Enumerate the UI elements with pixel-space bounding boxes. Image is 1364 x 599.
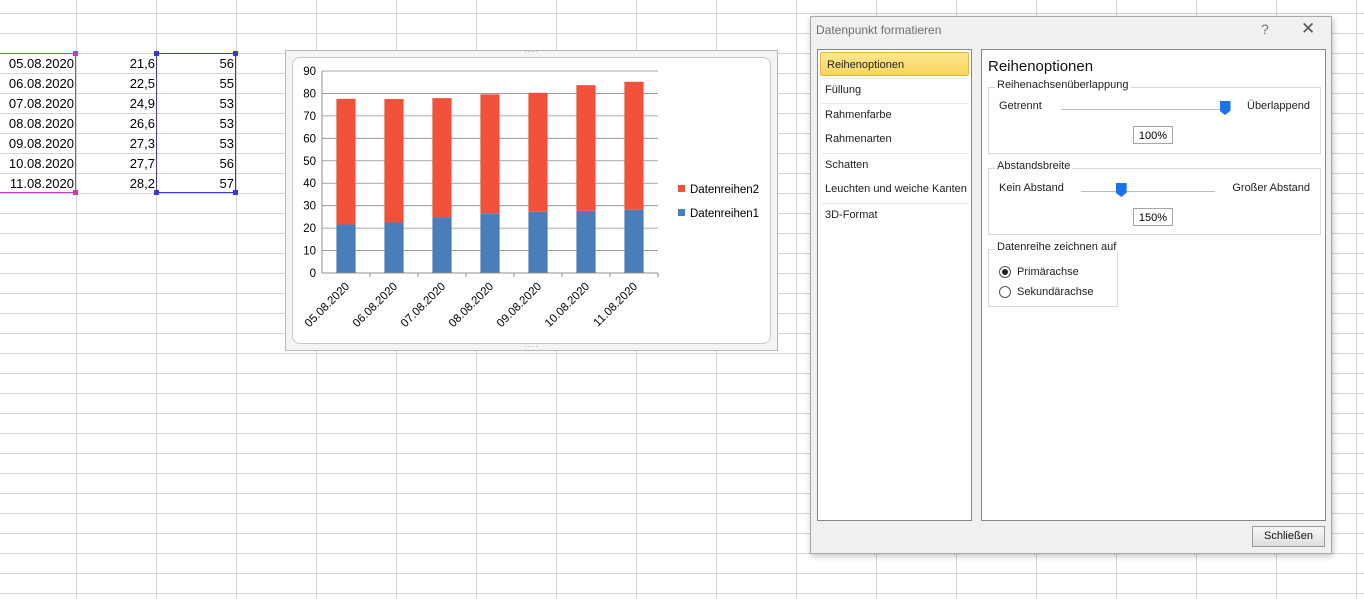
bar-datenreihen1[interactable] (528, 211, 548, 273)
selection-handle[interactable] (73, 51, 78, 56)
gap-right-label: Großer Abstand (1232, 182, 1310, 194)
y-tick-label: 40 (303, 178, 316, 190)
overlap-slider-track[interactable] (1061, 109, 1225, 110)
legend-entry[interactable]: Datenreihen1 (690, 208, 759, 220)
legend-swatch (678, 209, 685, 216)
nav-rahmenfarbe[interactable]: Rahmenfarbe (819, 103, 970, 127)
gap-group: Abstandsbreite Kein Abstand Großer Absta… (988, 160, 1321, 235)
stacked-column-chart[interactable]: 010203040506070809005.08.202006.08.20200… (293, 58, 770, 343)
selection-handle[interactable] (233, 190, 238, 195)
plot-axis-label: Datenreihe zeichnen auf (995, 241, 1119, 253)
x-tick-label: 11.08.2020 (592, 281, 641, 330)
secondary-axis-radio[interactable] (999, 286, 1011, 298)
cell-v1[interactable]: 27,3 (76, 134, 155, 154)
secondary-axis-label[interactable]: Sekundärachse (1017, 286, 1093, 298)
y-tick-label: 70 (303, 111, 316, 123)
selection-handle[interactable] (154, 51, 159, 56)
cell-v1[interactable]: 27,7 (76, 154, 155, 174)
primary-axis-label[interactable]: Primärachse (1017, 266, 1079, 278)
overlap-value-field[interactable]: 100% (1133, 126, 1173, 144)
format-data-point-dialog: Datenpunkt formatieren ? ✕ Reihenoptione… (810, 16, 1332, 554)
overlap-left-label: Getrennt (999, 100, 1042, 112)
selection-handle[interactable] (73, 190, 78, 195)
x-tick-label: 10.08.2020 (543, 281, 592, 330)
gap-left-label: Kein Abstand (999, 182, 1064, 194)
chart-area[interactable]: 0 10 20 30 40 50 60 70 80 90 05.08.2020 06.08.2020 0… (292, 57, 771, 344)
nav-fuellung[interactable]: Füllung (819, 78, 970, 102)
gap-slider-thumb[interactable] (1115, 183, 1127, 197)
bar-datenreihen1[interactable] (384, 222, 404, 274)
bar-datenreihen1[interactable] (432, 217, 452, 273)
nav-schatten[interactable]: Schatten (819, 153, 970, 177)
overlap-group: Reihenachsenüberlappung Getrennt Überlap… (988, 79, 1321, 154)
y-tick-label: 0 (310, 268, 316, 280)
resize-grip-icon[interactable]: ···· (524, 47, 539, 56)
options-nav: Reihenoptionen Füllung Rahmenfarbe Rahme… (817, 49, 972, 521)
selection-handle[interactable] (154, 190, 159, 195)
panel-title: Reihenoptionen (988, 58, 1094, 75)
legend-entry[interactable]: Datenreihen2 (690, 184, 759, 196)
bar-datenreihen2[interactable] (576, 85, 596, 211)
y-tick-label: 30 (303, 201, 316, 213)
overlap-label: Reihenachsenüberlappung (995, 79, 1131, 91)
nav-reihenoptionen[interactable]: Reihenoptionen (820, 52, 969, 76)
chart-object[interactable]: ···· ···· 0 10 20 30 40 50 60 70 80 90 05.08.2020 0… (285, 47, 778, 351)
overlap-right-label: Überlappend (1247, 100, 1310, 112)
close-button[interactable]: Schließen (1252, 526, 1325, 547)
bar-datenreihen1[interactable] (336, 224, 356, 273)
bar-datenreihen1[interactable] (576, 210, 596, 273)
cell-v1[interactable]: 26,6 (76, 114, 155, 134)
bar-datenreihen2[interactable] (336, 98, 356, 225)
bar-datenreihen2[interactable] (432, 98, 452, 218)
y-tick-label: 90 (303, 66, 316, 78)
date-range-selection (0, 53, 76, 193)
dialog-title: Datenpunkt formatieren (816, 23, 942, 37)
gap-value-field[interactable]: 150% (1133, 208, 1173, 226)
help-icon[interactable]: ? (1261, 21, 1269, 37)
y-tick-label: 20 (303, 223, 316, 235)
gap-slider-track[interactable] (1081, 191, 1215, 192)
value-range-selection (156, 53, 236, 193)
y-tick-label: 10 (303, 246, 316, 258)
y-tick-label: 60 (303, 133, 316, 145)
nav-leuchten[interactable]: Leuchten und weiche Kanten (819, 177, 970, 201)
bar-datenreihen2[interactable] (528, 92, 548, 212)
cell-v1[interactable]: 28,2 (76, 174, 155, 194)
options-panel: Reihenoptionen Reihenachsenüberlappung G… (981, 49, 1326, 521)
bar-datenreihen2[interactable] (624, 81, 644, 210)
bar-datenreihen1[interactable] (480, 213, 500, 273)
x-tick-label: 09.08.2020 (495, 281, 544, 330)
bar-datenreihen2[interactable] (384, 99, 404, 223)
nav-rahmenarten[interactable]: Rahmenarten (819, 127, 970, 151)
x-tick-label: 07.08.2020 (399, 281, 448, 330)
x-tick-label: 06.08.2020 (351, 281, 400, 330)
bar-datenreihen2[interactable] (480, 94, 500, 214)
primary-axis-radio[interactable] (999, 266, 1011, 278)
overlap-slider-thumb[interactable] (1219, 101, 1231, 115)
y-tick-label: 50 (303, 156, 316, 168)
gap-label: Abstandsbreite (995, 160, 1073, 172)
cell-v1[interactable]: 22,5 (76, 74, 155, 94)
selection-handle[interactable] (233, 51, 238, 56)
cell-v1[interactable]: 21,6 (76, 54, 155, 74)
y-tick-label: 80 (303, 88, 316, 100)
cell-v1[interactable]: 24,9 (76, 94, 155, 114)
close-icon[interactable]: ✕ (1301, 19, 1315, 39)
x-tick-label: 05.08.2020 (303, 281, 352, 330)
nav-3d-format[interactable]: 3D-Format (819, 203, 970, 227)
plot-axis-group: Datenreihe zeichnen auf Primärachse Seku… (988, 241, 1119, 307)
x-tick-label: 08.08.2020 (447, 281, 496, 330)
bar-datenreihen1[interactable] (624, 209, 644, 273)
legend-swatch (678, 185, 685, 192)
